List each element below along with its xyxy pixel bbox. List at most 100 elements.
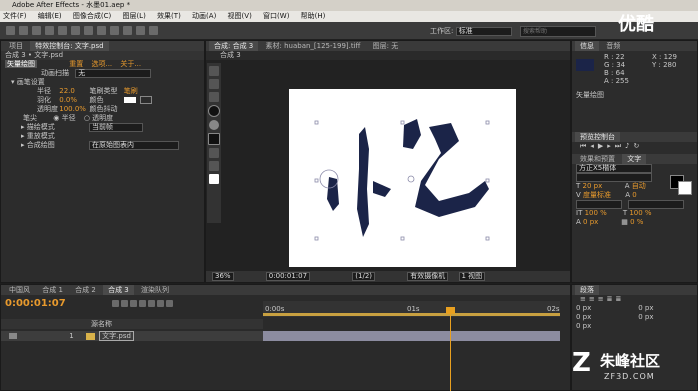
playhead-handle[interactable] <box>446 307 455 314</box>
stroke-style-select[interactable] <box>628 200 685 209</box>
layer-row[interactable]: 1 文字.psd <box>1 331 263 341</box>
layer-name[interactable]: 文字.psd <box>99 331 134 341</box>
tab-character[interactable]: 文字 <box>622 154 647 164</box>
kerning-value[interactable]: 度量标准 <box>583 191 623 200</box>
blend-select[interactable]: 当前帧 <box>88 123 143 132</box>
eraser-tool-icon[interactable] <box>149 26 158 35</box>
layer-duration-bar[interactable] <box>263 331 560 341</box>
menu-composition[interactable]: 图像合成(C) <box>73 12 111 20</box>
camera-select[interactable]: 有效摄像机 <box>407 272 449 281</box>
indent-left-value[interactable]: 0 px <box>576 304 636 313</box>
undo-icon[interactable] <box>209 148 219 158</box>
menu-animation[interactable]: 动画(A) <box>192 12 216 20</box>
tab-project[interactable]: 项目 <box>4 41 28 51</box>
zoom-select[interactable]: 36% <box>212 272 234 281</box>
menu-effect[interactable]: 效果(T) <box>157 12 181 20</box>
space-before-value[interactable]: 0 px <box>638 313 653 321</box>
draft3d-icon[interactable] <box>130 300 137 307</box>
rotate-tool-icon[interactable] <box>45 26 54 35</box>
justify-icon[interactable]: ≣ <box>607 295 616 303</box>
options-link[interactable]: 选项... <box>91 60 112 68</box>
menu-edit[interactable]: 编辑(E) <box>38 12 62 20</box>
comp-mini-icon[interactable] <box>121 300 128 307</box>
selection-tool-icon[interactable] <box>6 26 15 35</box>
collapse-arrow-icon[interactable]: ▸ <box>21 123 25 131</box>
visibility-icon[interactable] <box>9 333 17 339</box>
baseline-value[interactable]: 0 px <box>583 218 619 227</box>
brush-type-value[interactable]: 笔刷 <box>124 87 138 95</box>
last-frame-icon[interactable]: ⏭ <box>615 142 625 150</box>
views-select[interactable]: 1 视图 <box>458 272 486 281</box>
mask-tool-icon[interactable] <box>84 26 93 35</box>
timeline-timecode[interactable]: 0:00:01:07 <box>5 298 66 309</box>
collapse-arrow-icon[interactable]: ▸ <box>21 132 25 140</box>
menu-file[interactable]: 文件(F) <box>3 12 27 20</box>
frame-blend-icon[interactable] <box>148 300 155 307</box>
font-style-select[interactable] <box>576 173 652 182</box>
tab-preview[interactable]: 预览控制台 <box>575 132 620 142</box>
menu-window[interactable]: 窗口(W) <box>263 12 289 20</box>
workspace-value[interactable]: 标准 <box>455 27 512 36</box>
tab-render-queue[interactable]: 渲染队列 <box>136 285 174 295</box>
font-size-value[interactable]: 20 px <box>583 182 623 191</box>
tab-footage[interactable]: 素材: huaban_[125-199].tiff <box>261 41 366 51</box>
zoom-tool-icon[interactable] <box>32 26 41 35</box>
graph-editor-icon[interactable] <box>166 300 173 307</box>
clone-stamp-icon[interactable] <box>209 79 219 89</box>
param-value[interactable]: 100.0% <box>59 105 87 114</box>
align-left-icon[interactable]: ≡ <box>580 295 589 303</box>
clone-tool-icon[interactable] <box>136 26 145 35</box>
soft-brush-icon[interactable] <box>209 120 219 130</box>
tab-comp[interactable]: 合成: 合成 3 <box>209 41 259 51</box>
radio-opacity[interactable]: ○ <box>84 114 90 122</box>
tab-paragraph[interactable]: 段落 <box>575 285 599 295</box>
brush-section-row[interactable]: ▾ 画笔设置 <box>1 78 204 87</box>
param-value[interactable]: 0.0% <box>59 96 87 105</box>
pen-tool-icon[interactable] <box>97 26 106 35</box>
stroke-width-field[interactable] <box>576 200 622 209</box>
color-swatch[interactable] <box>123 97 136 103</box>
next-frame-icon[interactable]: ▸ <box>607 142 615 150</box>
tracking-value[interactable]: 0 <box>632 191 636 199</box>
brush-icon[interactable] <box>209 66 219 76</box>
resolution-select[interactable]: (1/2) <box>352 272 376 281</box>
camera-tool-icon[interactable] <box>58 26 67 35</box>
expand-arrow-icon[interactable]: ▾ <box>11 78 15 86</box>
reset-link[interactable]: 重置 <box>69 60 83 68</box>
tab-effects-presets[interactable]: 效果和预置 <box>575 154 620 164</box>
param-value[interactable]: 22.0 <box>59 87 87 96</box>
font-select[interactable]: 方正X5楷体 <box>576 164 652 173</box>
text-tool-icon[interactable] <box>110 26 119 35</box>
tab-audio[interactable]: 音频 <box>601 41 625 51</box>
collapse-arrow-icon[interactable]: ▸ <box>21 141 25 149</box>
viewer-timecode[interactable]: 0:00:01:07 <box>265 272 311 281</box>
prev-frame-icon[interactable]: ◂ <box>590 142 598 150</box>
anim-scan-select[interactable]: 无 <box>75 69 152 78</box>
menu-layer[interactable]: 图层(L) <box>122 12 145 20</box>
tab-layer[interactable]: 图层: 无 <box>368 41 404 51</box>
tab-timeline-chinese[interactable]: 中国风 <box>4 285 35 295</box>
color-chip[interactable] <box>209 174 219 184</box>
tab-comp1[interactable]: 合成 1 <box>37 285 68 295</box>
tab-effect-controls[interactable]: 特效控制台: 文字.psd <box>30 41 109 51</box>
leading-value[interactable]: 自动 <box>632 182 646 190</box>
playhead[interactable] <box>450 307 451 391</box>
tab-comp3[interactable]: 合成 3 <box>103 285 134 295</box>
first-line-indent-value[interactable]: 0 px <box>576 313 636 322</box>
space-after-value[interactable]: 0 px <box>576 322 591 330</box>
time-ruler[interactable]: 0:00s 01s 02s <box>263 301 560 317</box>
hand-tool-icon[interactable] <box>19 26 28 35</box>
help-search-input[interactable] <box>520 26 596 37</box>
pan-behind-tool-icon[interactable] <box>71 26 80 35</box>
play-icon[interactable]: ▶ <box>598 142 607 150</box>
audio-icon[interactable]: ♪ <box>625 142 633 150</box>
about-link[interactable]: 关于... <box>120 60 141 68</box>
comp-paint-select[interactable]: 在原始图表内 <box>88 141 179 150</box>
tsume-value[interactable]: 0 % <box>630 218 643 226</box>
loop-icon[interactable]: ↻ <box>634 142 644 150</box>
motion-blur-icon[interactable] <box>157 300 164 307</box>
vertical-scale-value[interactable]: 100 % <box>585 209 621 218</box>
horizontal-scale-value[interactable]: 100 % <box>629 209 651 217</box>
align-center-icon[interactable]: ≡ <box>589 295 598 303</box>
square-brush-icon[interactable] <box>208 133 220 145</box>
